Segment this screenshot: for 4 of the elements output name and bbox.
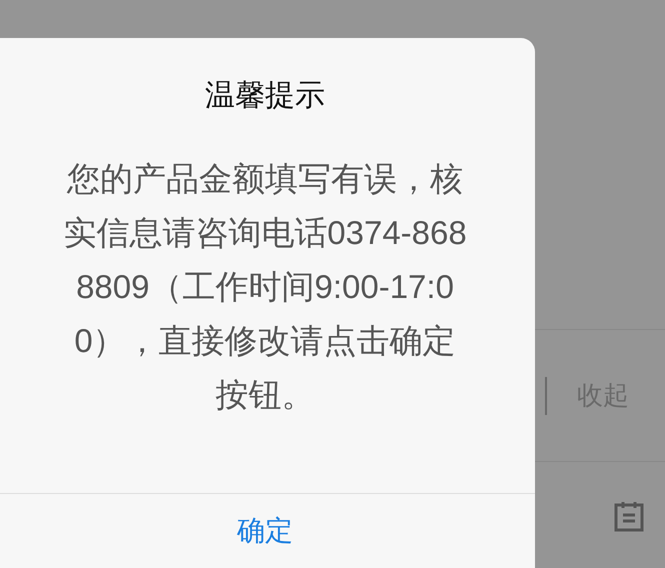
confirm-button[interactable]: 确定 xyxy=(221,506,309,556)
dialog-message: 您的产品金额填写有误，核实信息请咨询电话0374-8688809（工作时间9:00-17:00），直接修改请点击确定按钮。 xyxy=(62,159,468,415)
calendar-icon[interactable] xyxy=(613,500,645,532)
dialog-title: 温馨提示 xyxy=(205,78,325,114)
